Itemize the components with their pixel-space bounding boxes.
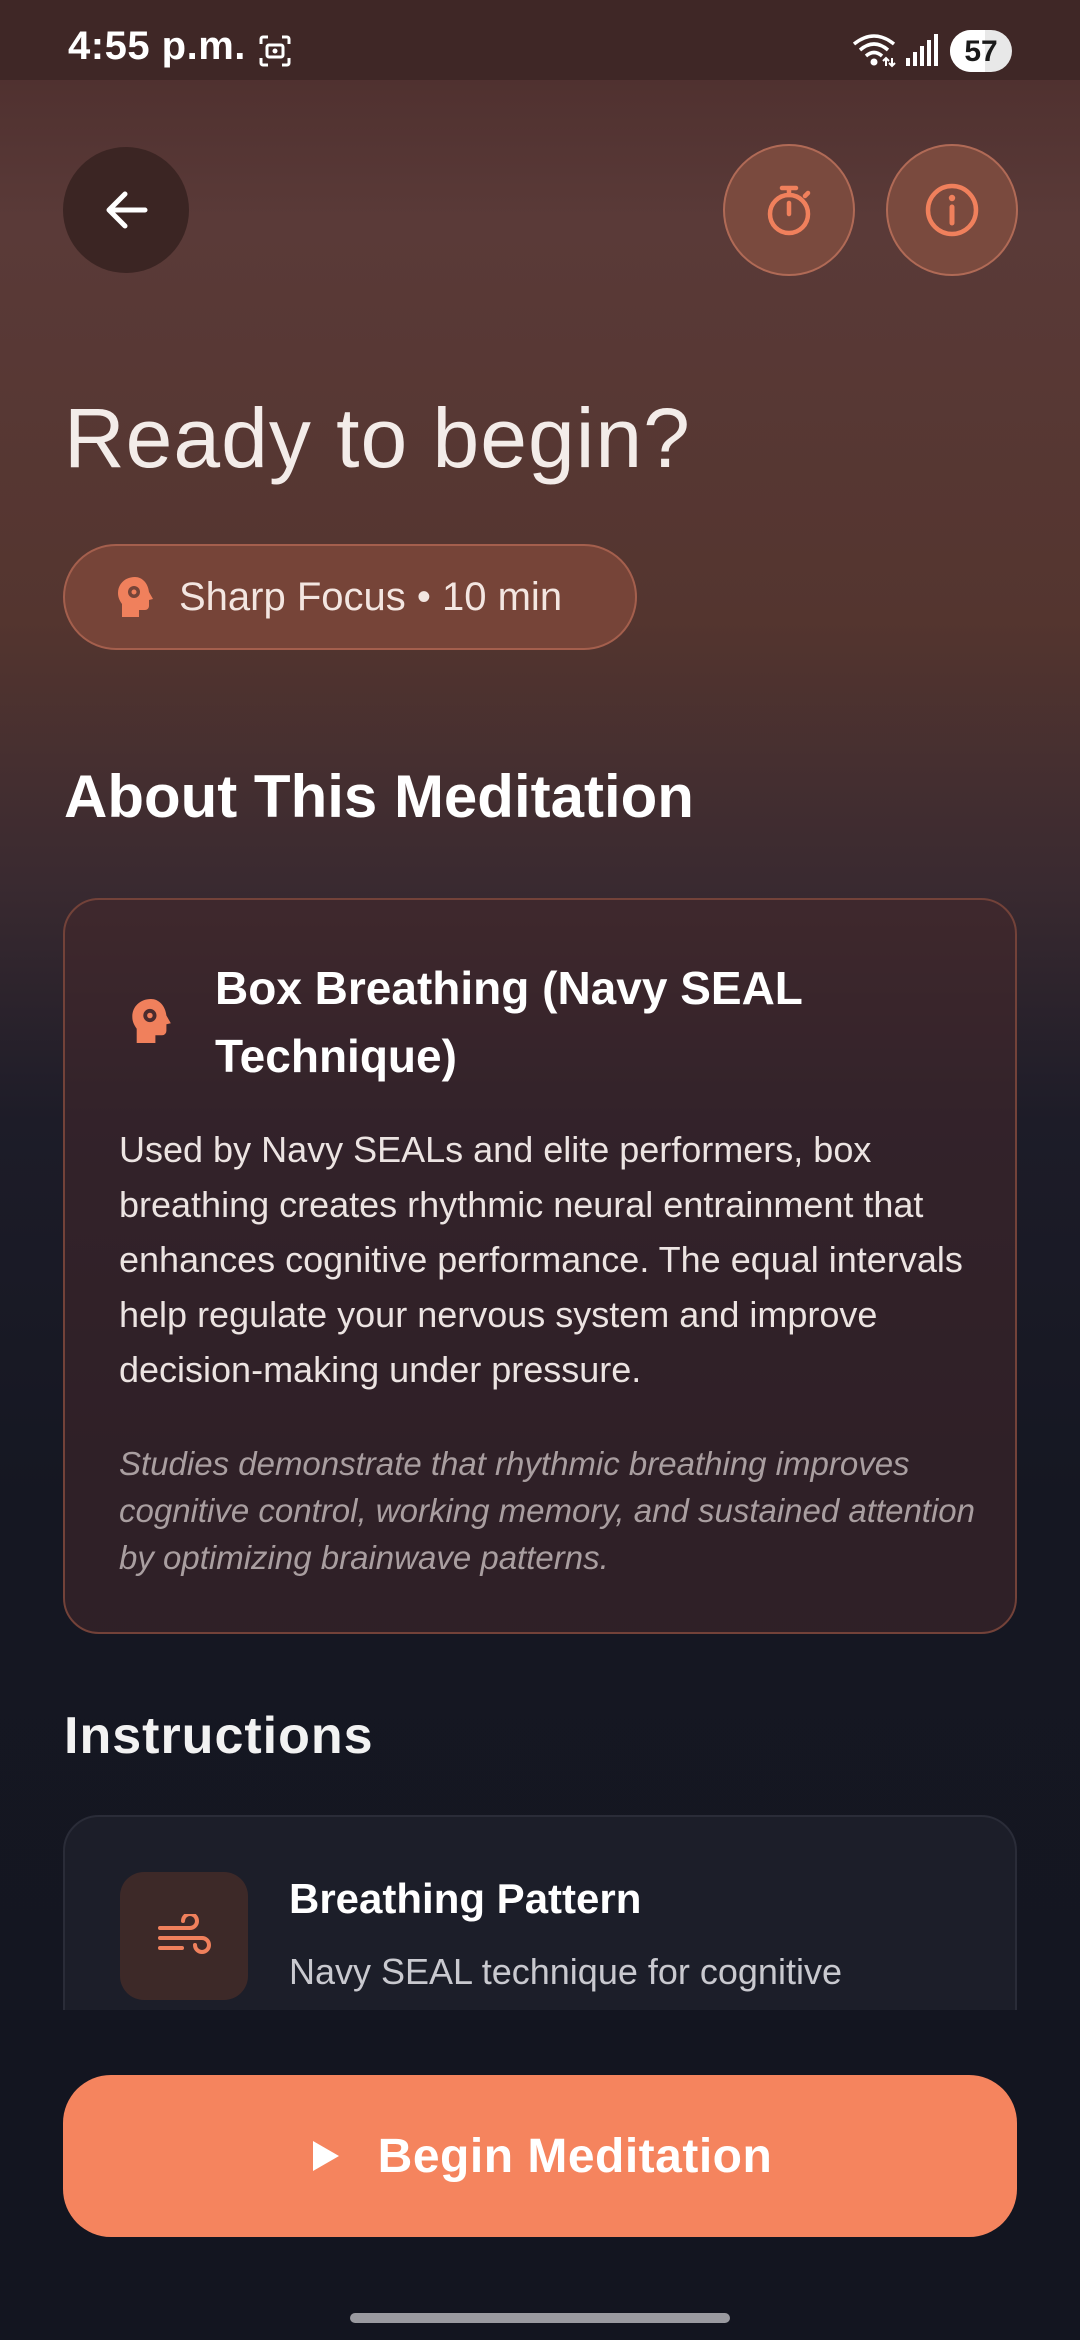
arrow-left-icon xyxy=(106,191,148,229)
status-bar: 4:55 p.m. 57 xyxy=(0,0,1080,80)
session-chip: Sharp Focus • 10 min xyxy=(63,544,637,650)
info-button[interactable] xyxy=(886,144,1018,276)
about-card: Box Breathing (Navy SEAL Technique) Used… xyxy=(63,898,1017,1634)
battery-indicator: 57 xyxy=(950,30,1012,72)
wifi-icon xyxy=(852,34,896,68)
info-icon xyxy=(925,183,979,237)
stopwatch-icon xyxy=(767,185,811,236)
head-gear-icon xyxy=(118,577,153,617)
home-indicator[interactable] xyxy=(350,2313,730,2323)
about-heading: About This Meditation xyxy=(64,763,694,830)
battery-level: 57 xyxy=(964,35,998,68)
about-card-body: Used by Navy SEALs and elite performers,… xyxy=(119,1129,963,1390)
status-time: 4:55 p.m. xyxy=(68,24,246,68)
instruction-title: Breathing Pattern xyxy=(289,1875,642,1922)
about-card-note: Studies demonstrate that rhythmic breath… xyxy=(119,1445,976,1576)
back-button[interactable] xyxy=(63,147,189,273)
timer-button[interactable] xyxy=(723,144,855,276)
cell-signal-icon xyxy=(906,34,938,66)
play-icon xyxy=(312,2141,339,2171)
instruction-subtitle: Navy SEAL technique for cognitive xyxy=(289,1951,842,1992)
begin-meditation-button[interactable]: Begin Meditation xyxy=(63,2075,1017,2237)
instructions-heading: Instructions xyxy=(64,1707,374,1765)
meditation-detail-screen: 4:55 p.m. 57 Ready to begin? Sharp Focus… xyxy=(0,0,1080,2340)
session-chip-label: Sharp Focus • 10 min xyxy=(179,574,563,619)
screenshot-icon xyxy=(259,35,291,67)
head-gear-icon xyxy=(132,999,171,1043)
instruction-icon-tile xyxy=(120,1872,248,2000)
about-card-title: Box Breathing (Navy SEAL Technique) xyxy=(215,962,803,1082)
begin-meditation-label: Begin Meditation xyxy=(377,2129,773,2183)
page-title: Ready to begin? xyxy=(64,391,691,485)
wind-icon xyxy=(158,1914,211,1954)
